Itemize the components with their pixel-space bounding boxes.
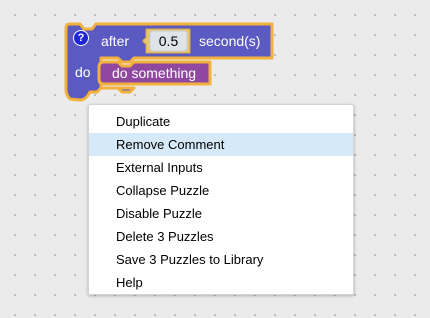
menu-item-external-inputs[interactable]: External Inputs: [89, 156, 353, 179]
menu-item-collapse-puzzle[interactable]: Collapse Puzzle: [89, 179, 353, 202]
after-seconds-block[interactable]: after 0.5 second(s) do do something: [64, 22, 274, 102]
menu-item-help[interactable]: Help: [89, 271, 353, 294]
menu-item-remove-comment[interactable]: Remove Comment: [89, 133, 353, 156]
menu-item-duplicate[interactable]: Duplicate: [89, 110, 353, 133]
menu-item-delete-puzzles[interactable]: Delete 3 Puzzles: [89, 225, 353, 248]
after-label: after: [101, 33, 129, 49]
seconds-value: 0.5: [159, 33, 179, 49]
seconds-unit-label: second(s): [199, 33, 260, 49]
context-menu: Duplicate Remove Comment External Inputs…: [88, 104, 354, 295]
help-icon[interactable]: ?: [73, 30, 89, 46]
do-something-block[interactable]: do something: [97, 60, 212, 86]
menu-item-disable-puzzle[interactable]: Disable Puzzle: [89, 202, 353, 225]
do-label: do: [75, 64, 91, 80]
seconds-number-input[interactable]: 0.5: [142, 28, 191, 54]
do-something-label: do something: [112, 65, 196, 81]
menu-item-save-to-library[interactable]: Save 3 Puzzles to Library: [89, 248, 353, 271]
